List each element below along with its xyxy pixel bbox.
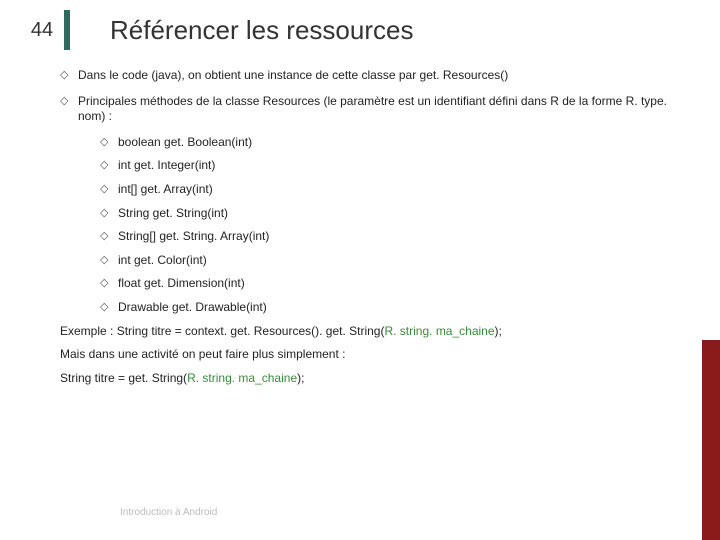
sub-bullet-text: float get. Dimension(int): [118, 276, 690, 292]
sub-bullet-item: ◇ int get. Color(int): [100, 253, 690, 269]
footer-text: Introduction à Android: [120, 507, 217, 518]
diamond-icon: ◇: [100, 158, 118, 174]
diamond-icon: ◇: [100, 229, 118, 245]
sub-bullet-item: ◇ int get. Integer(int): [100, 158, 690, 174]
bullet-item: ◇ Principales méthodes de la classe Reso…: [60, 94, 690, 125]
sub-bullet-text: int get. Integer(int): [118, 158, 690, 174]
diamond-icon: ◇: [100, 206, 118, 222]
diamond-icon: ◇: [100, 253, 118, 269]
sub-bullet-text: int get. Color(int): [118, 253, 690, 269]
example-line: Exemple : String titre = context. get. R…: [60, 324, 690, 340]
sub-bullet-item: ◇ float get. Dimension(int): [100, 276, 690, 292]
diamond-icon: ◇: [60, 94, 78, 125]
slide-header: 44 Référencer les ressources: [0, 0, 720, 60]
example2-prefix: String titre = get. String(: [60, 371, 187, 385]
diamond-icon: ◇: [100, 182, 118, 198]
example-prefix: Exemple : String titre = context. get. R…: [60, 324, 384, 338]
example-suffix: );: [495, 324, 502, 338]
sub-bullet-item: ◇ String get. String(int): [100, 206, 690, 222]
example-resource: R. string. ma_chaine: [384, 324, 494, 338]
sub-bullet-text: Drawable get. Drawable(int): [118, 300, 690, 316]
bullet-text: Dans le code (java), on obtient une inst…: [78, 68, 690, 84]
sub-bullet-text: String[] get. String. Array(int): [118, 229, 690, 245]
sub-bullet-text: boolean get. Boolean(int): [118, 135, 690, 151]
page-number: 44: [20, 10, 70, 50]
sub-bullet-item: ◇ Drawable get. Drawable(int): [100, 300, 690, 316]
sub-bullet-item: ◇ int[] get. Array(int): [100, 182, 690, 198]
example2-suffix: );: [297, 371, 304, 385]
diamond-icon: ◇: [100, 276, 118, 292]
diamond-icon: ◇: [100, 135, 118, 151]
sub-bullet-text: String get. String(int): [118, 206, 690, 222]
example2-resource: R. string. ma_chaine: [187, 371, 297, 385]
sub-bullet-item: ◇ String[] get. String. Array(int): [100, 229, 690, 245]
accent-bar: [702, 340, 720, 540]
sub-bullet-item: ◇ boolean get. Boolean(int): [100, 135, 690, 151]
slide-title: Référencer les ressources: [110, 15, 413, 46]
note-line: Mais dans une activité on peut faire plu…: [60, 347, 690, 363]
slide-content: ◇ Dans le code (java), on obtient une in…: [0, 60, 720, 386]
diamond-icon: ◇: [60, 68, 78, 84]
sub-bullet-text: int[] get. Array(int): [118, 182, 690, 198]
example2-line: String titre = get. String(R. string. ma…: [60, 371, 690, 387]
bullet-item: ◇ Dans le code (java), on obtient une in…: [60, 68, 690, 84]
diamond-icon: ◇: [100, 300, 118, 316]
bullet-text: Principales méthodes de la classe Resour…: [78, 94, 690, 125]
